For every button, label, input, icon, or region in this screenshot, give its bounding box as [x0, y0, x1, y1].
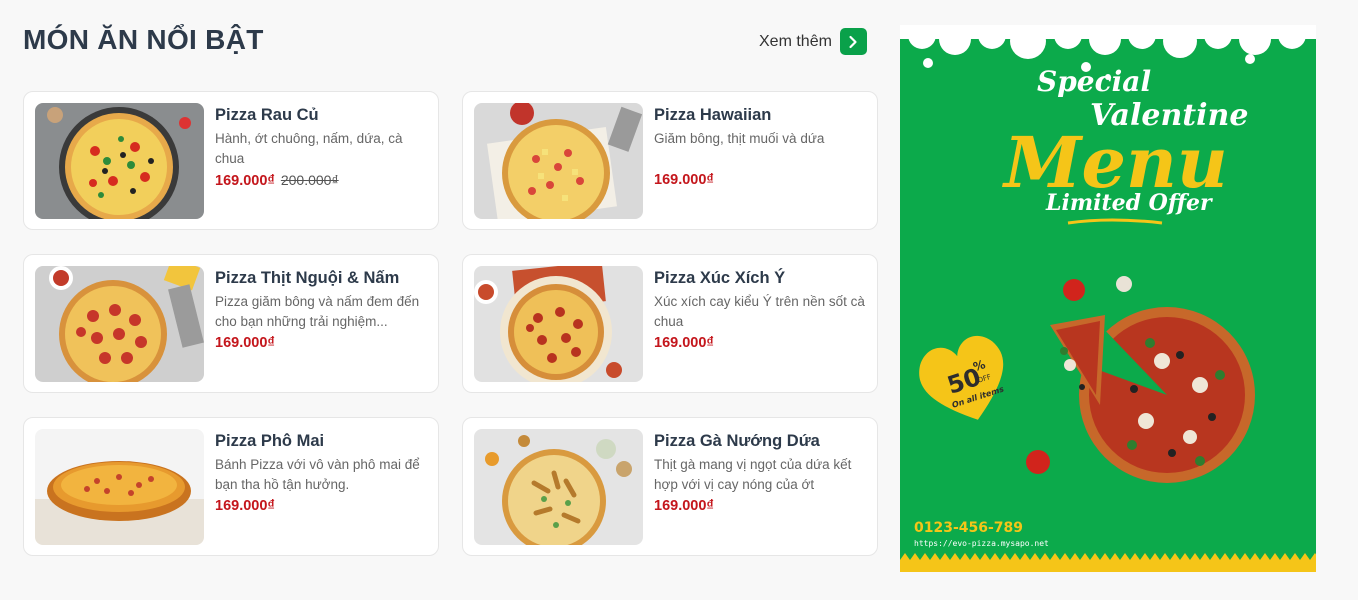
product-card[interactable]: Pizza Hawaiian Giăm bông, thịt muối và d… [462, 91, 878, 230]
product-name[interactable]: Pizza Phô Mai [215, 431, 427, 451]
product-name[interactable]: Pizza Xúc Xích Ý [654, 268, 866, 288]
product-old-price: 200.000₫ [280, 172, 339, 188]
product-price: 169.000₫ [215, 173, 275, 189]
product-name[interactable]: Pizza Gà Nướng Dứa [654, 431, 866, 451]
product-desc: Pizza giăm bông và nấm đem đến cho bạn n… [215, 294, 420, 329]
product-image[interactable] [35, 266, 204, 382]
banner-limited-offer: Limited Offer [1045, 190, 1213, 216]
product-desc: Thịt gà mang vị ngọt của dứa kết hợp với… [654, 457, 852, 492]
see-more-label: Xem thêm [759, 32, 832, 50]
product-desc: Giăm bông, thịt muối và dứa [654, 131, 825, 146]
product-desc: Hành, ớt chuông, nấm, dứa, cà chua [215, 131, 403, 166]
product-image[interactable] [474, 429, 643, 545]
product-card[interactable]: Pizza Gà Nướng Dứa Thịt gà mang vị ngọt … [462, 417, 878, 556]
product-card[interactable]: Pizza Xúc Xích Ý Xúc xích cay kiểu Ý trê… [462, 254, 878, 393]
product-image[interactable] [35, 429, 204, 545]
product-name[interactable]: Pizza Hawaiian [654, 105, 866, 125]
banner-url: https://evo-pizza.mysapo.net [914, 539, 1049, 548]
product-price: 169.000₫ [215, 335, 275, 351]
product-name[interactable]: Pizza Rau Củ [215, 105, 427, 125]
product-image[interactable] [474, 103, 643, 219]
section-title: MÓN ĂN NỔI BẬT [23, 24, 264, 55]
product-price: 169.000₫ [654, 172, 714, 188]
product-price: 169.000₫ [654, 498, 714, 514]
see-more-link[interactable]: Xem thêm [759, 28, 867, 55]
chevron-right-icon[interactable] [839, 28, 867, 55]
product-card[interactable]: Pizza Rau Củ Hành, ớt chuông, nấm, dứa, … [23, 91, 439, 230]
product-image[interactable] [474, 266, 643, 382]
product-grid: Pizza Rau Củ Hành, ớt chuông, nấm, dứa, … [23, 91, 878, 556]
product-name[interactable]: Pizza Thịt Nguội & Nấm [215, 268, 427, 288]
promo-banner[interactable]: Special Valentine Menu Limited Offer 50 … [900, 25, 1316, 572]
product-card[interactable]: Pizza Phô Mai Bánh Pizza với vô vàn phô … [23, 417, 439, 556]
product-price: 169.000₫ [215, 498, 275, 514]
product-card[interactable]: Pizza Thịt Nguội & Nấm Pizza giăm bông v… [23, 254, 439, 393]
product-desc: Xúc xích cay kiểu Ý trên nền sốt cà chua [654, 294, 865, 329]
banner-special: Special [1037, 65, 1151, 98]
product-desc: Bánh Pizza với vô vàn phô mai để bạn tha… [215, 457, 420, 492]
product-image[interactable] [35, 103, 204, 219]
product-price: 169.000₫ [654, 335, 714, 351]
banner-phone: 0123-456-789 [914, 520, 1023, 536]
